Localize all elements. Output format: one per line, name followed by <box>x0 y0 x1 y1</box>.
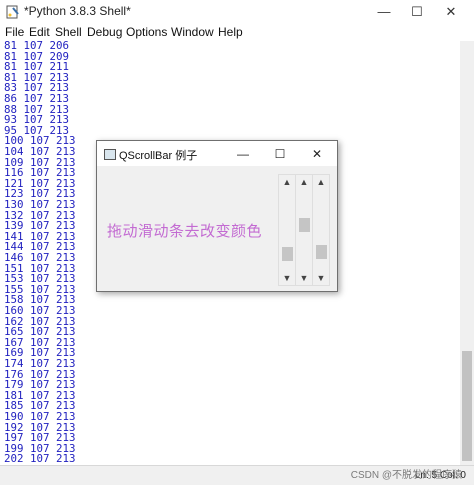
scrollbar-green[interactable]: ▲ ▼ <box>295 174 313 286</box>
scroll-down-arrow-icon[interactable]: ▼ <box>296 271 312 285</box>
title-bar: *Python 3.8.3 Shell* — ☐ ✕ <box>0 0 474 24</box>
python-idle-icon <box>6 5 19 19</box>
window-app-icon <box>104 149 116 160</box>
dialog-minimize-button[interactable]: — <box>229 144 257 164</box>
dialog-maximize-button[interactable]: ☐ <box>266 144 294 164</box>
scroll-down-arrow-icon[interactable]: ▼ <box>279 271 295 285</box>
menu-help[interactable]: Help <box>218 25 243 39</box>
color-label: 拖动滑动条去改变颜色 <box>107 222 263 240</box>
dialog-close-button[interactable]: ✕ <box>303 144 331 164</box>
watermark: CSDN @不脱发的程序猿 <box>350 470 462 481</box>
window-title: *Python 3.8.3 Shell* <box>24 4 131 18</box>
minimize-button[interactable]: — <box>370 2 398 22</box>
menu-bar: File Edit Shell Debug Options Window Hel… <box>0 24 474 41</box>
scroll-up-arrow-icon[interactable]: ▲ <box>313 175 329 189</box>
menu-file[interactable]: File <box>5 25 24 39</box>
menu-shell[interactable]: Shell <box>55 25 82 39</box>
scrollbar-handle[interactable] <box>316 245 327 260</box>
menu-debug[interactable]: Debug <box>87 25 122 39</box>
dialog-title-bar: QScrollBar 例子 — ☐ ✕ <box>97 141 337 166</box>
scrollbar-handle[interactable] <box>282 246 293 261</box>
scroll-up-arrow-icon[interactable]: ▲ <box>279 175 295 189</box>
shell-scrollbar-thumb[interactable] <box>462 351 472 461</box>
qscrollbar-dialog: QScrollBar 例子 — ☐ ✕ 拖动滑动条去改变颜色 ▲ ▼ ▲ ▼ ▲… <box>96 140 338 292</box>
scroll-down-arrow-icon[interactable]: ▼ <box>313 271 329 285</box>
menu-options[interactable]: Options <box>126 25 167 39</box>
shell-scrollbar[interactable] <box>460 41 474 465</box>
dialog-title: QScrollBar 例子 <box>119 150 198 162</box>
scroll-up-arrow-icon[interactable]: ▲ <box>296 175 312 189</box>
maximize-button[interactable]: ☐ <box>403 2 431 22</box>
close-button[interactable]: ✕ <box>437 2 465 22</box>
output-line: 202 107 213 <box>4 452 76 465</box>
scrollbar-handle[interactable] <box>299 217 310 232</box>
scrollbar-red[interactable]: ▲ ▼ <box>278 174 296 286</box>
scrollbar-blue[interactable]: ▲ ▼ <box>312 174 330 286</box>
menu-window[interactable]: Window <box>171 25 214 39</box>
menu-edit[interactable]: Edit <box>29 25 50 39</box>
